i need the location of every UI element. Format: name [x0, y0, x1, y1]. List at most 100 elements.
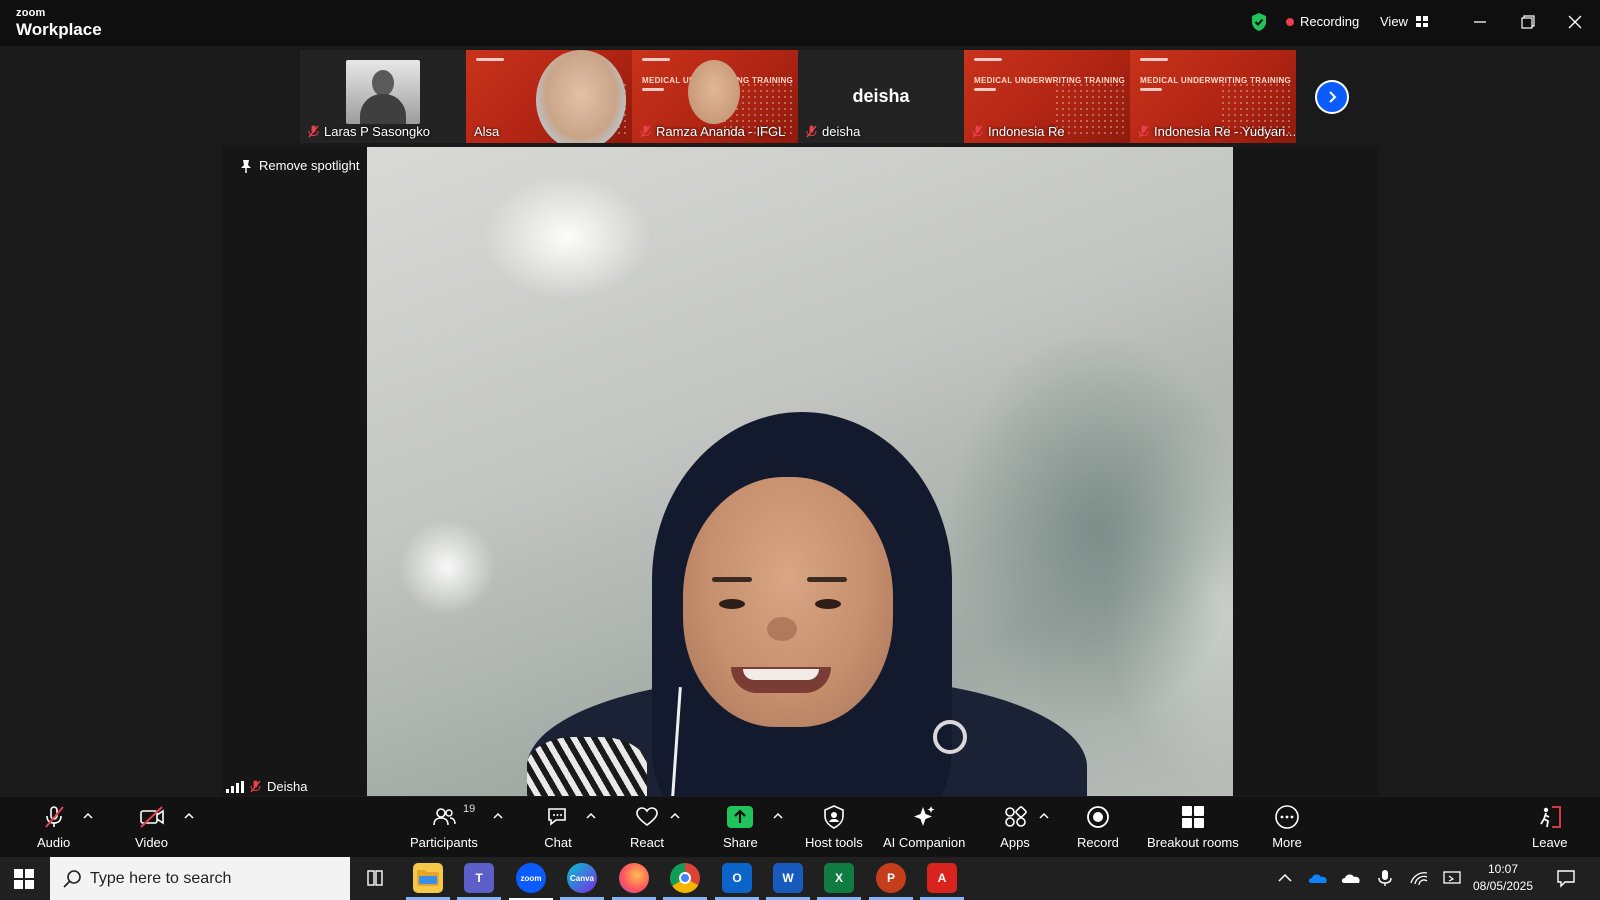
- encryption-shield-icon[interactable]: [1250, 12, 1268, 32]
- outlook-icon[interactable]: O: [722, 863, 752, 893]
- powerpoint-icon[interactable]: P: [876, 863, 906, 893]
- participant-name: Ramza Ananda - IFGL: [640, 124, 785, 139]
- participant-name: Alsa: [474, 124, 500, 139]
- ai-companion-button[interactable]: AI Companion: [883, 803, 965, 850]
- ai-sparkle-icon: [914, 806, 935, 826]
- share-label: Share: [723, 835, 758, 850]
- taskbar-search-input[interactable]: Type here to search: [50, 857, 350, 900]
- audio-button[interactable]: Audio: [37, 803, 70, 850]
- mic-muted-icon: [250, 780, 261, 793]
- system-clock[interactable]: 10:07 08/05/2025: [1464, 861, 1542, 895]
- pin-icon: [241, 159, 251, 173]
- participant-tile[interactable]: MEDICAL UNDERWRITING TRAINING Indonesia …: [1130, 50, 1296, 143]
- teams-icon[interactable]: T: [464, 863, 494, 893]
- video-off-icon: [139, 806, 164, 828]
- chrome-icon[interactable]: [670, 863, 700, 893]
- mic-muted-icon: [806, 125, 817, 138]
- apps-icon: [1005, 806, 1027, 827]
- grid-view-icon: [1415, 16, 1428, 27]
- restore-icon[interactable]: [1515, 10, 1539, 34]
- host-tools-label: Host tools: [805, 835, 863, 850]
- participants-button[interactable]: 19 Participants: [410, 803, 478, 850]
- breakout-rooms-button[interactable]: Breakout rooms: [1147, 803, 1239, 850]
- leave-button[interactable]: Leave: [1532, 803, 1567, 850]
- chevron-right-icon: [1329, 91, 1337, 103]
- participant-display-name: deisha: [852, 86, 910, 106]
- chevron-up-icon[interactable]: [183, 811, 195, 821]
- brand-small: zoom: [16, 7, 46, 19]
- video-face-detail: [767, 617, 797, 641]
- next-page-button[interactable]: [1315, 80, 1349, 114]
- microphone-icon[interactable]: [1374, 867, 1396, 889]
- firefox-icon[interactable]: [619, 863, 649, 893]
- search-placeholder: Type here to search: [90, 869, 232, 887]
- meeting-toolbar: Audio Video 19 Participants Chat React S…: [0, 797, 1600, 857]
- mic-muted-icon: [640, 125, 651, 138]
- profile-picture: [346, 60, 420, 124]
- participant-name: deisha: [806, 124, 860, 139]
- video-face-detail: [815, 599, 841, 609]
- chevron-up-icon[interactable]: [669, 811, 681, 821]
- video-button[interactable]: Video: [135, 803, 168, 850]
- react-label: React: [630, 835, 664, 850]
- onedrive-personal-icon[interactable]: [1340, 867, 1362, 889]
- chat-button[interactable]: Chat: [543, 803, 573, 850]
- chevron-up-icon[interactable]: [772, 811, 784, 821]
- word-icon[interactable]: W: [773, 863, 803, 893]
- speaker-name-label: Deisha: [226, 779, 307, 794]
- chevron-up-icon[interactable]: [1038, 811, 1050, 821]
- brand-big: Workplace: [16, 20, 102, 39]
- apps-button[interactable]: Apps: [1000, 803, 1030, 850]
- chevron-up-icon[interactable]: [82, 811, 94, 821]
- chevron-up-icon[interactable]: [585, 811, 597, 821]
- onedrive-icon[interactable]: [1307, 867, 1329, 889]
- zoom-icon[interactable]: zoom: [516, 863, 546, 893]
- participants-label: Participants: [410, 835, 478, 850]
- video-face-detail: [743, 669, 819, 680]
- share-button[interactable]: Share: [723, 803, 758, 850]
- video-figure: [933, 720, 967, 754]
- participant-tile[interactable]: Laras P Sasongko: [300, 50, 466, 143]
- canva-icon[interactable]: Canva: [567, 863, 597, 893]
- participant-name: Laras P Sasongko: [308, 124, 430, 139]
- react-button[interactable]: React: [630, 803, 664, 850]
- more-button[interactable]: More: [1272, 803, 1302, 850]
- audio-label: Audio: [37, 835, 71, 850]
- recording-label: Recording: [1300, 14, 1360, 29]
- chevron-up-icon[interactable]: [1274, 867, 1296, 889]
- task-view-icon[interactable]: [360, 863, 390, 893]
- ai-companion-label: AI Companion: [883, 835, 966, 850]
- clock-date: 08/05/2025: [1472, 879, 1534, 893]
- recording-indicator[interactable]: Recording: [1286, 14, 1359, 29]
- clock-time: 10:07: [1487, 862, 1519, 876]
- file-explorer-icon[interactable]: [413, 863, 443, 893]
- video-face-detail: [807, 577, 847, 582]
- remove-spotlight-button[interactable]: Remove spotlight: [240, 158, 359, 173]
- remove-spotlight-label: Remove spotlight: [259, 158, 360, 173]
- participant-tile[interactable]: Alsa: [466, 50, 632, 143]
- speaker-name: Deisha: [267, 779, 308, 794]
- record-button[interactable]: Record: [1077, 803, 1119, 850]
- view-button[interactable]: View: [1380, 14, 1428, 29]
- chevron-up-icon[interactable]: [492, 811, 504, 821]
- participants-icon: [433, 808, 456, 826]
- chat-icon: [548, 808, 566, 826]
- notifications-icon[interactable]: [1555, 867, 1577, 889]
- host-tools-button[interactable]: Host tools: [805, 803, 863, 850]
- video-figure: [527, 737, 647, 796]
- leave-door-icon: [1539, 806, 1561, 828]
- excel-icon[interactable]: X: [824, 863, 854, 893]
- participant-name: Indonesia Re - Yudyari...: [1138, 124, 1296, 139]
- minimize-icon[interactable]: [1468, 10, 1492, 34]
- close-icon[interactable]: [1563, 10, 1587, 34]
- windows-start-icon[interactable]: [14, 869, 34, 889]
- mic-muted-icon: [1138, 125, 1149, 138]
- acrobat-icon[interactable]: A: [927, 863, 957, 893]
- display-icon[interactable]: [1441, 867, 1463, 889]
- participant-tile[interactable]: MEDICAL UNDERWRITING TRAINING Indonesia …: [964, 50, 1130, 143]
- wifi-icon[interactable]: [1408, 867, 1430, 889]
- title-bar: zoom Workplace Recording View: [0, 0, 1600, 46]
- video-label: Video: [135, 835, 169, 850]
- participant-tile[interactable]: MEDICAL UNDERWRITING TRAINING Ramza Anan…: [632, 50, 798, 143]
- participant-tile[interactable]: deisha deisha: [798, 50, 964, 143]
